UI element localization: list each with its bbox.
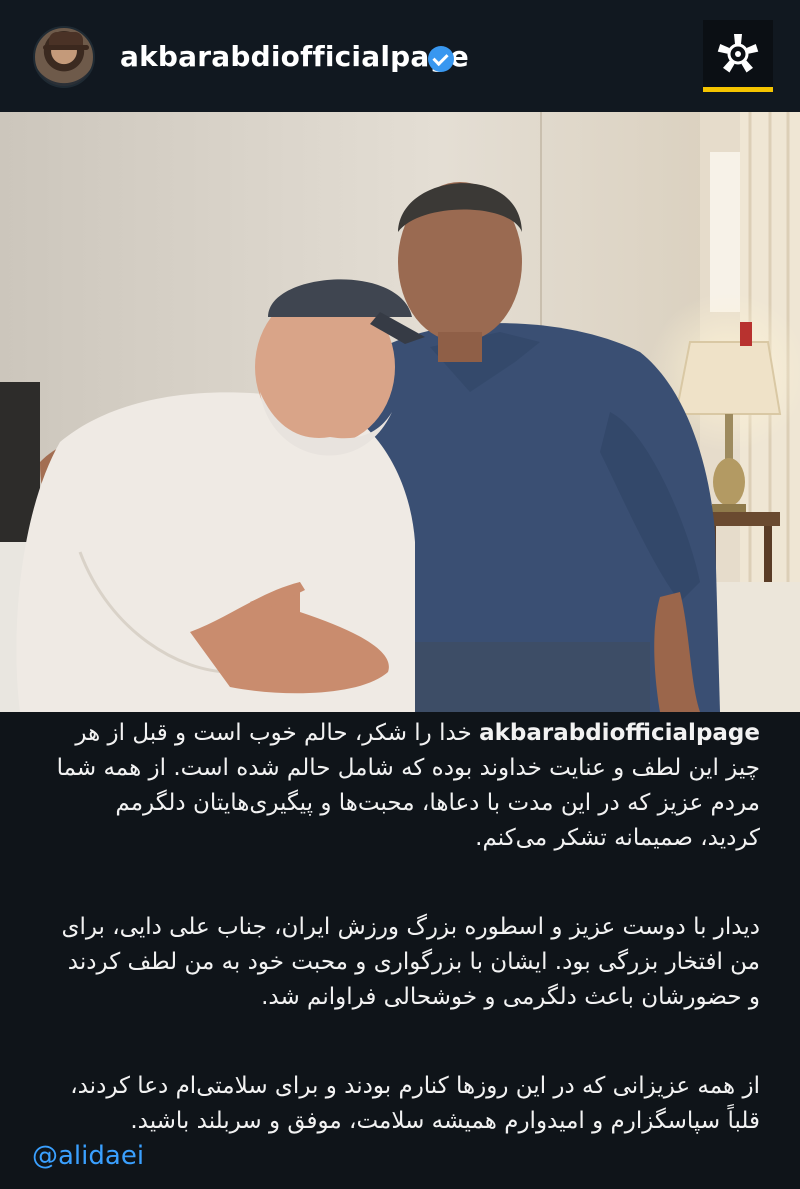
photo-illustration bbox=[0, 112, 800, 712]
caption-line: من افتخار بزرگی بود. ایشان با بزرگواری و… bbox=[67, 949, 760, 975]
caption-line: و حضورشان باعث دلگرمی و خوشحالی فراوانم … bbox=[261, 984, 760, 1010]
caption-text: خدا را شکر، حالم خوب است و قبل از هر bbox=[75, 720, 472, 746]
mention-link[interactable]: @alidaei bbox=[32, 1141, 144, 1171]
caption-paragraph-3: از همه عزیزانی که در این روزها کنارم بود… bbox=[30, 1069, 760, 1139]
caption-line: از همه عزیزانی که در این روزها کنارم بود… bbox=[70, 1073, 760, 1099]
avatar-hat-brim bbox=[43, 45, 89, 50]
caption-line: قلباً سپاسگزارم و امیدوارم همیشه سلامت، … bbox=[130, 1108, 760, 1134]
verified-badge-icon bbox=[428, 46, 454, 72]
username[interactable]: akbarabdiofficialpage bbox=[120, 40, 469, 73]
media-outlet-logo-icon bbox=[703, 20, 773, 92]
avatar[interactable] bbox=[33, 26, 95, 88]
caption-paragraph-2: دیدار با دوست عزیز و اسطوره بزرگ ورزش ای… bbox=[30, 910, 760, 1015]
caption-username[interactable]: akbarabdiofficialpage bbox=[479, 720, 760, 746]
caption-line: چیز این لطف و عنایت خداوند بوده که شامل … bbox=[56, 755, 760, 781]
caption-line: مردم عزیز که در این مدت با دعاها، محبت‌ه… bbox=[115, 790, 760, 816]
caption-paragraph-1: akbarabdiofficialpage خدا را شکر، حالم خ… bbox=[30, 716, 760, 856]
caption-line: کردید، صمیمانه تشکر می‌کنم. bbox=[475, 825, 760, 851]
caption-line: akbarabdiofficialpage خدا را شکر، حالم خ… bbox=[30, 716, 760, 751]
logo-mark-icon bbox=[717, 34, 759, 73]
post-header: akbarabdiofficialpage bbox=[0, 0, 800, 112]
logo-accent-bar bbox=[703, 87, 773, 92]
caption-line: دیدار با دوست عزیز و اسطوره بزرگ ورزش ای… bbox=[61, 914, 760, 940]
post-photo[interactable] bbox=[0, 112, 800, 712]
